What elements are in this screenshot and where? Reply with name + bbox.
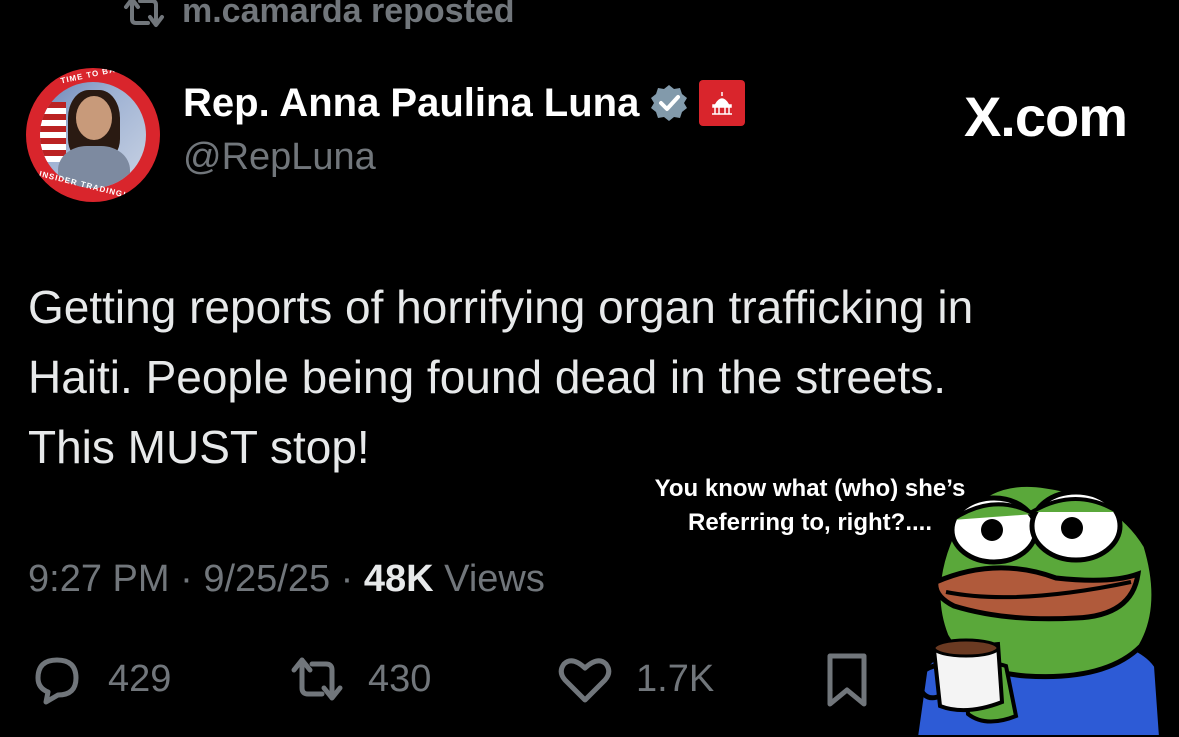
avatar[interactable]: TIME TO BAN INSIDER TRADING! <box>26 68 160 202</box>
author-handle[interactable]: @RepLuna <box>183 136 376 179</box>
separator: · <box>180 558 193 600</box>
brand-watermark: X.com <box>963 85 1128 148</box>
repost-button[interactable]: 430 <box>288 650 431 708</box>
avatar-photo <box>40 82 146 188</box>
tweet-line: Getting reports of horrifying organ traf… <box>28 281 974 333</box>
separator: · <box>340 558 354 600</box>
repost-text: m.camarda reposted <box>182 0 515 30</box>
verified-badge-icon <box>651 85 688 121</box>
bookmark-icon <box>827 653 867 707</box>
government-affiliation-badge[interactable] <box>699 80 746 126</box>
author-name-row[interactable]: Rep. Anna Paulina Luna <box>183 80 746 126</box>
tweet-date[interactable]: 9/25/25 <box>203 558 330 600</box>
repost-count: 430 <box>368 657 432 700</box>
repost-icon <box>124 0 164 27</box>
pepe-frog-sticker <box>913 481 1164 737</box>
tweet-text: Getting reports of horrifying organ traf… <box>28 272 1128 482</box>
tweet-line: Haiti. People being found dead in the st… <box>28 351 947 403</box>
tweet-time[interactable]: 9:27 PM <box>28 558 170 600</box>
reply-button[interactable]: 429 <box>28 650 171 708</box>
tweet-actions: 429 430 1.7K <box>28 650 928 720</box>
repost-indicator[interactable]: m.camarda reposted <box>120 0 515 31</box>
bookmark-button[interactable] <box>818 650 876 708</box>
views-label: Views <box>444 558 545 600</box>
like-button[interactable]: 1.7K <box>556 650 714 708</box>
tweet-meta: 9:27 PM · 9/25/25 · 48K Views <box>28 558 545 601</box>
like-count: 1.7K <box>636 657 715 700</box>
heart-icon <box>558 658 612 703</box>
reply-count: 429 <box>108 657 172 700</box>
reply-icon <box>35 657 79 705</box>
capitol-icon <box>712 92 733 115</box>
repost-icon <box>291 657 343 701</box>
views-count: 48K <box>363 558 434 600</box>
author-name[interactable]: Rep. Anna Paulina Luna <box>183 81 639 126</box>
